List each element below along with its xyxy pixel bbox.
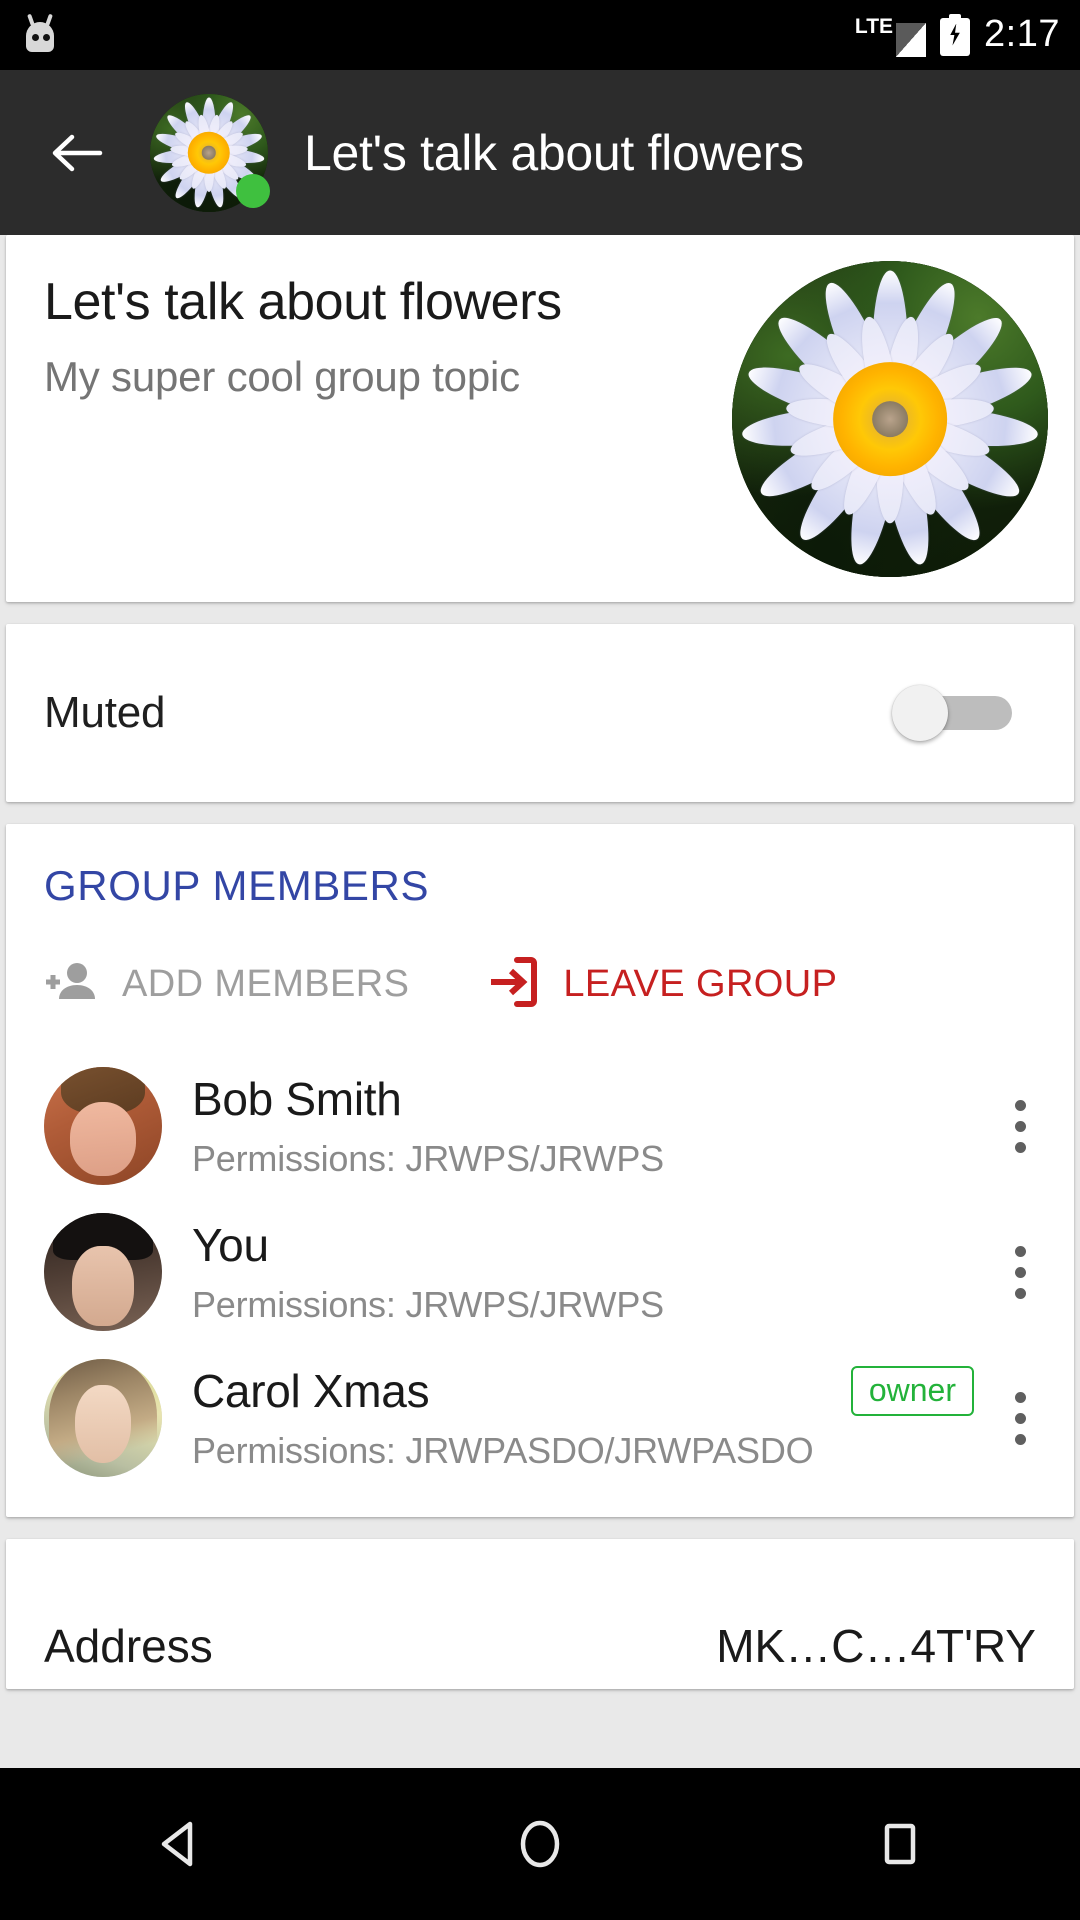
toggle-knob <box>892 685 948 741</box>
group-header-card: Let's talk about flowers My super cool g… <box>6 235 1074 602</box>
table-row[interactable]: Bob Smith Permissions: JRWPS/JRWPS <box>6 1053 1074 1199</box>
more-vertical-icon[interactable] <box>992 1099 1048 1153</box>
person-add-icon <box>44 958 100 1011</box>
cyanogenmod-robot-icon <box>22 13 58 56</box>
network-indicator: LTE <box>854 14 927 57</box>
group-members-card: GROUP MEMBERS ADD MEMBERS LEAVE GROUP Bo… <box>6 824 1074 1517</box>
group-avatar-flower[interactable] <box>150 93 270 212</box>
group-avatar-flower-large[interactable] <box>732 261 1048 577</box>
status-bar-notifications <box>22 13 58 56</box>
muted-label: Muted <box>44 688 166 737</box>
leave-group-button[interactable]: LEAVE GROUP <box>487 956 837 1013</box>
member-name: Carol Xmas <box>192 1365 430 1417</box>
group-topic: My super cool group topic <box>44 353 520 401</box>
leave-group-label: LEAVE GROUP <box>563 963 838 1005</box>
add-members-label: ADD MEMBERS <box>122 963 410 1005</box>
settings-scroll-content[interactable]: Let's talk about flowers My super cool g… <box>0 235 1080 1768</box>
status-bar: LTE 2:17 <box>0 0 1080 70</box>
more-vertical-icon[interactable] <box>992 1391 1048 1445</box>
group-members-heading: GROUP MEMBERS <box>44 862 430 909</box>
address-row[interactable]: Address MK…C…4T'RY <box>6 1539 1074 1689</box>
nav-home-icon[interactable] <box>480 1794 600 1894</box>
network-type-label: LTE <box>854 14 894 38</box>
status-bar-clock: 2:17 <box>984 12 1060 55</box>
status-badge: owner <box>850 1366 974 1416</box>
group-name: Let's talk about flowers <box>44 273 562 331</box>
member-texts: Bob Smith Permissions: JRWPS/JRWPS <box>192 1072 992 1180</box>
member-texts: You Permissions: JRWPS/JRWPS <box>192 1218 992 1326</box>
table-row[interactable]: Carol Xmas owner Permissions: JRWPASDO/J… <box>6 1345 1074 1491</box>
nav-recents-icon[interactable] <box>840 1794 960 1894</box>
avatar <box>44 1213 162 1331</box>
member-texts: Carol Xmas owner Permissions: JRWPASDO/J… <box>192 1364 992 1472</box>
address-label: Address <box>44 1620 213 1672</box>
member-permissions: Permissions: JRWPS/JRWPS <box>192 1284 664 1325</box>
group-header-texts: Let's talk about flowers My super cool g… <box>44 261 732 401</box>
exit-to-app-icon <box>487 956 538 1013</box>
table-row[interactable]: You Permissions: JRWPS/JRWPS <box>6 1199 1074 1345</box>
battery-charging-icon <box>940 13 971 56</box>
avatar <box>44 1067 162 1185</box>
back-arrow-icon[interactable] <box>46 122 108 184</box>
members-actions: ADD MEMBERS LEAVE GROUP <box>6 956 1074 1013</box>
signal-bars-icon <box>896 22 927 57</box>
muted-toggle-switch[interactable] <box>892 685 1012 741</box>
member-permissions: Permissions: JRWPS/JRWPS <box>192 1138 664 1179</box>
android-navigation-bar <box>0 1768 1080 1920</box>
toolbar-title: Let's talk about flowers <box>304 124 804 181</box>
member-permissions: Permissions: JRWPASDO/JRWPASDO <box>192 1430 814 1471</box>
phone-screen: LTE 2:17 Let's talk about flowers Let's … <box>0 0 1080 1920</box>
nav-back-icon[interactable] <box>120 1794 240 1894</box>
online-status-dot <box>236 173 270 208</box>
member-name: Bob Smith <box>192 1073 402 1125</box>
more-vertical-icon[interactable] <box>992 1245 1048 1299</box>
app-toolbar: Let's talk about flowers <box>0 70 1080 235</box>
add-members-button[interactable]: ADD MEMBERS <box>44 958 409 1011</box>
avatar <box>44 1359 162 1477</box>
muted-setting-row[interactable]: Muted <box>6 624 1074 802</box>
address-value: MK…C…4T'RY <box>716 1620 1036 1672</box>
member-name: You <box>192 1219 269 1271</box>
status-bar-system-icons: LTE 2:17 <box>854 12 1060 57</box>
